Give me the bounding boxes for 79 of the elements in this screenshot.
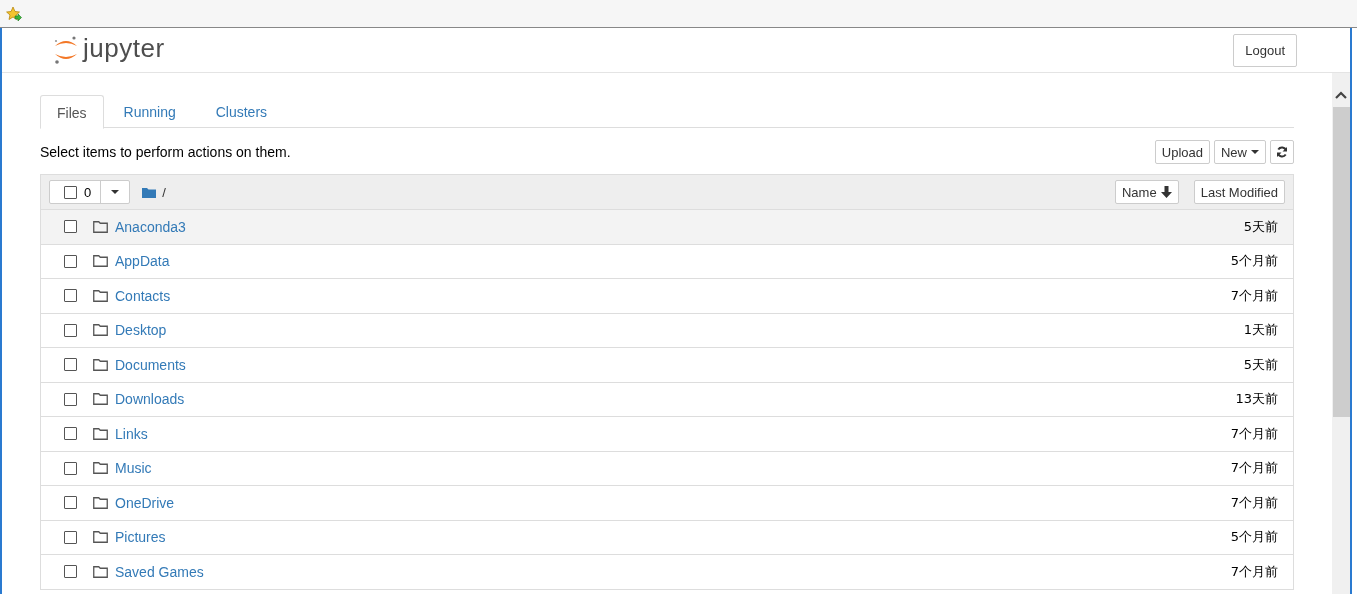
file-row[interactable]: Links 7个月前: [41, 417, 1293, 452]
refresh-icon: [1276, 146, 1288, 158]
file-row[interactable]: OneDrive 7个月前: [41, 486, 1293, 521]
folder-icon: [93, 462, 108, 475]
tab[interactable]: Running: [103, 95, 196, 128]
folder-link[interactable]: AppData: [115, 253, 170, 270]
new-button[interactable]: New: [1214, 140, 1266, 164]
folder-link[interactable]: Desktop: [115, 322, 167, 339]
modified-time: 7个月前: [1230, 459, 1278, 478]
modified-time: 13天前: [1235, 390, 1278, 409]
folder-icon: [93, 427, 108, 440]
folder-icon: [93, 324, 108, 337]
folder-link[interactable]: Links: [115, 425, 148, 442]
modified-time: 5个月前: [1230, 252, 1278, 271]
logo-text[interactable]: jupyter: [83, 32, 165, 64]
tab[interactable]: Files: [40, 95, 104, 129]
folder-icon: [93, 496, 108, 509]
file-row[interactable]: Contacts 7个月前: [41, 279, 1293, 314]
modified-time: 1天前: [1243, 321, 1278, 340]
folder-icon: [93, 393, 108, 406]
folder-link[interactable]: Anaconda3: [115, 218, 186, 235]
checkbox[interactable]: [64, 565, 77, 579]
checkbox[interactable]: [64, 530, 77, 544]
folder-icon[interactable]: [142, 186, 157, 198]
checkbox[interactable]: [64, 461, 77, 475]
folder-link[interactable]: Contacts: [115, 287, 171, 304]
modified-time: 7个月前: [1230, 562, 1278, 581]
folder-icon: [93, 220, 108, 233]
file-row[interactable]: Saved Games 7个月前: [41, 555, 1293, 590]
modified-time: 7个月前: [1230, 286, 1278, 305]
refresh-button[interactable]: [1270, 140, 1294, 164]
folder-icon: [93, 565, 108, 578]
file-row[interactable]: Documents 5天前: [41, 348, 1293, 383]
scrollbar-thumb[interactable]: [1332, 107, 1350, 417]
scroll-up-icon[interactable]: [1335, 91, 1347, 99]
breadcrumb-link[interactable]: /: [162, 184, 166, 200]
file-row[interactable]: Downloads 13天前: [41, 382, 1293, 417]
folder-icon: [93, 358, 108, 371]
checkbox[interactable]: [64, 254, 77, 268]
folder-link[interactable]: Pictures: [115, 529, 166, 546]
folder-link[interactable]: Saved Games: [115, 563, 204, 580]
caret-icon[interactable]: [1251, 149, 1259, 155]
folder-icon: [93, 289, 108, 302]
sort-name-button[interactable]: Name: [1115, 180, 1179, 204]
checkbox[interactable]: [64, 358, 77, 372]
modified-time: 5天前: [1243, 355, 1278, 374]
modified-time: 7个月前: [1230, 424, 1278, 443]
arrow-down-icon: [1160, 186, 1172, 198]
modified-time: 7个月前: [1230, 493, 1278, 512]
selected-count: 0: [84, 184, 92, 200]
file-row[interactable]: Desktop 1天前: [41, 313, 1293, 348]
modified-time: 5天前: [1243, 217, 1278, 236]
star-icon[interactable]: [6, 5, 22, 22]
checkbox[interactable]: [64, 220, 77, 234]
tab[interactable]: Clusters: [195, 95, 288, 128]
folder-link[interactable]: Music: [115, 460, 152, 477]
checkbox[interactable]: [64, 392, 77, 406]
checkbox[interactable]: [64, 496, 77, 510]
upload-button[interactable]: Upload: [1154, 140, 1210, 164]
checkbox[interactable]: [64, 289, 77, 303]
select-all-control[interactable]: 0: [49, 180, 131, 204]
folder-link[interactable]: Downloads: [115, 391, 185, 408]
logout-button[interactable]: Logout: [1233, 33, 1297, 67]
checkbox[interactable]: [64, 427, 77, 441]
instruction-text: Select items to perform actions on them.: [40, 144, 291, 160]
sort-modified-button[interactable]: Last Modified: [1193, 180, 1285, 204]
file-row[interactable]: Pictures 5个月前: [41, 520, 1293, 555]
folder-link[interactable]: OneDrive: [115, 494, 175, 511]
caret-icon[interactable]: [111, 189, 120, 195]
file-row[interactable]: Music 7个月前: [41, 451, 1293, 486]
file-row[interactable]: Anaconda3 5天前: [41, 210, 1293, 245]
modified-time: 5个月前: [1230, 528, 1278, 547]
file-row[interactable]: AppData 5个月前: [41, 244, 1293, 279]
folder-icon: [93, 531, 108, 544]
checkbox[interactable]: [64, 323, 77, 337]
folder-link[interactable]: Documents: [115, 356, 186, 373]
folder-icon: [93, 255, 108, 268]
scrollbar[interactable]: [1332, 73, 1350, 594]
checkbox[interactable]: [64, 185, 77, 199]
